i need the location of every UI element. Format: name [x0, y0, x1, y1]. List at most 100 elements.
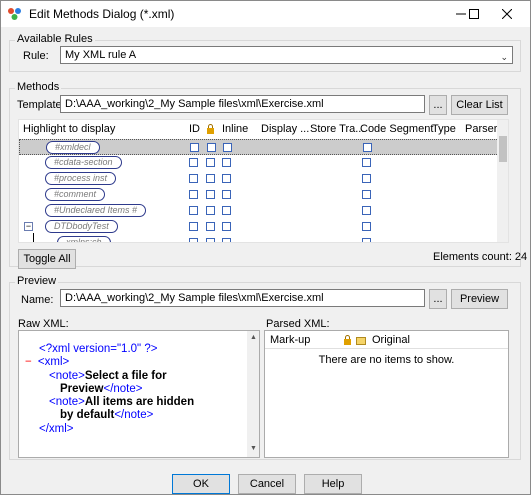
method-checkbox[interactable]	[189, 222, 198, 231]
note2-line: <note>All items are hidden	[49, 396, 194, 408]
note1-line2: Preview</note>	[60, 383, 143, 395]
method-checkbox[interactable]	[363, 143, 372, 152]
method-checkbox[interactable]	[206, 174, 215, 183]
method-checkbox[interactable]	[206, 190, 215, 199]
method-row[interactable]: #process inst	[19, 171, 499, 187]
method-checkbox[interactable]	[222, 238, 231, 242]
method-checkbox[interactable]	[362, 174, 371, 183]
ok-button[interactable]: OK	[172, 474, 230, 494]
method-checkbox[interactable]	[362, 238, 371, 242]
method-checkbox[interactable]	[222, 174, 231, 183]
method-tag[interactable]: #Undeclared Items #	[45, 204, 147, 217]
method-checkbox[interactable]	[189, 190, 198, 199]
method-checkbox[interactable]	[206, 206, 215, 215]
maximize-icon	[469, 9, 479, 19]
xml-close-tag: </xml>	[39, 423, 74, 435]
col-display[interactable]: Display ...	[261, 123, 309, 135]
note-open-tag: <note>	[49, 370, 85, 382]
method-tag[interactable]: #cdata-section	[45, 156, 122, 169]
col-highlight[interactable]: Highlight to display	[23, 123, 115, 135]
note2-text-a: All items are hidden	[84, 396, 195, 408]
method-row[interactable]: #comment	[19, 187, 499, 203]
preview-label: Preview	[15, 275, 59, 287]
method-tag[interactable]: #comment	[45, 188, 106, 201]
preview-button[interactable]: Preview	[451, 289, 508, 309]
method-checkbox[interactable]	[206, 158, 215, 167]
cancel-button[interactable]: Cancel	[238, 474, 296, 494]
method-row[interactable]: #cdata-section	[19, 155, 499, 171]
method-checkbox[interactable]	[190, 143, 199, 152]
close-button[interactable]	[484, 1, 530, 27]
clear-list-button[interactable]: Clear List	[451, 95, 508, 115]
help-button[interactable]: Help	[304, 474, 362, 494]
template-browse-button[interactable]: ...	[429, 95, 447, 115]
available-rules-label: Available Rules	[15, 33, 95, 45]
method-row[interactable]: − DTDbodyTest	[19, 219, 499, 235]
method-checkbox[interactable]	[206, 238, 215, 242]
method-checkbox[interactable]	[189, 158, 198, 167]
method-checkbox[interactable]	[189, 206, 198, 215]
note2-text-b: by default	[60, 409, 115, 421]
parsed-header: Mark-up Original	[265, 331, 508, 349]
lock-icon[interactable]	[343, 335, 352, 345]
col-code-segment[interactable]: Code Segment	[360, 123, 433, 135]
col-id[interactable]: ID	[189, 123, 200, 135]
app-icon	[8, 8, 21, 20]
maximize-button[interactable]	[462, 1, 486, 27]
method-tag[interactable]: #xmldecl	[46, 141, 100, 154]
note2-line2: by default</note>	[60, 409, 153, 421]
method-checkbox[interactable]	[222, 206, 231, 215]
preview-browse-button[interactable]: ...	[429, 289, 447, 309]
methods-scrollbar[interactable]	[497, 120, 508, 242]
template-label: Template:	[17, 99, 65, 111]
collapse-icon[interactable]: −	[25, 356, 32, 368]
col-original[interactable]: Original	[372, 334, 410, 346]
lock-icon[interactable]	[206, 124, 215, 134]
method-checkbox[interactable]	[222, 158, 231, 167]
method-checkbox[interactable]	[362, 222, 371, 231]
parsed-xml-view[interactable]: Mark-up Original There are no items to s…	[264, 330, 509, 458]
raw-xml-view[interactable]: <?xml version="1.0" ?> − <xml> <note>Sel…	[18, 330, 260, 458]
scrollbar-thumb[interactable]	[499, 136, 507, 162]
col-parser[interactable]: Parser	[465, 123, 497, 135]
col-inline[interactable]: Inline	[222, 123, 248, 135]
tree-connector	[33, 233, 43, 242]
method-checkbox[interactable]	[189, 238, 198, 242]
note-close-tag: </note>	[103, 383, 143, 395]
method-checkbox[interactable]	[362, 158, 371, 167]
method-checkbox[interactable]	[206, 222, 215, 231]
chevron-down-icon: ⌄	[500, 52, 508, 62]
scroll-up-icon[interactable]: ▲	[250, 334, 257, 341]
method-checkbox[interactable]	[362, 206, 371, 215]
method-row[interactable]: #xmldecl	[19, 139, 499, 155]
method-checkbox[interactable]	[207, 143, 216, 152]
xml-open-tag: <xml>	[37, 356, 70, 368]
toggle-all-button[interactable]: Toggle All	[18, 249, 76, 269]
note1-text-b: Preview	[60, 383, 104, 395]
method-checkbox[interactable]	[189, 174, 198, 183]
preview-name-input[interactable]: D:\AAA_working\2_My Sample files\xml\Exe…	[60, 289, 425, 307]
method-checkbox[interactable]	[222, 190, 231, 199]
empty-message: There are no items to show.	[318, 354, 455, 366]
folder-icon[interactable]	[356, 335, 366, 345]
elements-count: Elements count: 24	[433, 251, 528, 263]
scroll-down-icon[interactable]: ▼	[250, 445, 257, 452]
template-input[interactable]: D:\AAA_working\2_My Sample files\xml\Exe…	[60, 95, 425, 113]
col-markup[interactable]: Mark-up	[270, 334, 310, 346]
method-checkbox[interactable]	[362, 190, 371, 199]
method-checkbox[interactable]	[223, 143, 232, 152]
col-type[interactable]: Type	[432, 123, 456, 135]
col-store[interactable]: Store Tra...	[310, 123, 364, 135]
name-label: Name:	[21, 294, 54, 306]
rule-select[interactable]: My XML rule A ⌄	[60, 46, 513, 64]
method-tag[interactable]: #process inst	[45, 172, 117, 185]
method-tag[interactable]: xmlns:ch	[57, 236, 111, 242]
note1-text-a: Select a file for	[84, 370, 167, 382]
method-row[interactable]: #Undeclared Items #	[19, 203, 499, 219]
method-checkbox[interactable]	[222, 222, 231, 231]
method-row[interactable]: xmlns:ch	[19, 233, 499, 242]
methods-grid[interactable]: Highlight to display ID Inline Display .…	[18, 119, 509, 243]
raw-xml-scrollbar[interactable]: ▲ ▼	[247, 331, 259, 457]
tree-collapse-icon[interactable]: −	[24, 222, 33, 231]
method-tag[interactable]: DTDbodyTest	[45, 220, 118, 233]
